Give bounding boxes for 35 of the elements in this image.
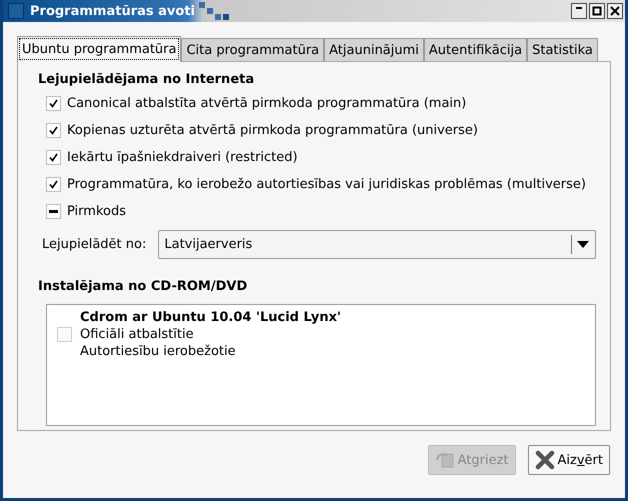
tab[interactable]: Ubuntu programmatūra: [17, 36, 182, 62]
checkbox-label[interactable]: Iekārtu īpašniekdraiveri (restricted): [67, 150, 298, 165]
checkbox[interactable]: [57, 327, 72, 342]
field-label: Lejupielādēt no:: [42, 237, 146, 252]
window-title: Programmatūras avoti: [30, 4, 195, 18]
revert-icon: [434, 450, 455, 470]
checkbox-label[interactable]: Programmatūra, ko ierobežo autortiesības vai juridiskas problēmas (multiverse): [67, 177, 586, 192]
checkbox-label[interactable]: Canonical atbalstīta atvērtā pirmkoda programmatūra (main): [67, 96, 466, 111]
component-label: Autortiesību ierobežotie: [80, 343, 237, 360]
tab[interactable]: Atjauninājumi: [324, 38, 424, 61]
dash-icon: [49, 210, 58, 213]
close-icon: [610, 6, 620, 16]
maximize-button[interactable]: [589, 3, 605, 19]
server-dropdown[interactable]: Latvijaerveris: [158, 230, 596, 259]
component-label: Oficiāli atbalstītie: [80, 326, 195, 343]
checkbox[interactable]: [46, 123, 61, 138]
dropdown-arrow-icon: [577, 240, 589, 248]
checkbox[interactable]: [46, 150, 61, 165]
checkbox[interactable]: [46, 204, 61, 219]
tab[interactable]: Autentifikācija: [424, 38, 528, 61]
minimize-button[interactable]: [571, 3, 587, 19]
minimize-icon: [576, 7, 582, 9]
cdrom-title: Cdrom ar Ubuntu 10.04 'Lucid Lynx': [80, 309, 341, 326]
checkbox[interactable]: [46, 177, 61, 192]
maximize-icon: [592, 6, 602, 16]
section-heading: Instalējama no CD-ROM/DVD: [38, 279, 248, 294]
tab[interactable]: Cita programmatūra: [181, 38, 324, 61]
checkbox-label[interactable]: Kopienas uzturēta atvērtā pirmkoda programmatūra (universe): [67, 123, 478, 138]
tab[interactable]: Statistika: [527, 38, 598, 61]
close-dialog-button[interactable]: Aizvērt: [528, 445, 610, 475]
close-button[interactable]: [607, 3, 623, 19]
close-icon: [534, 450, 554, 470]
checkbox[interactable]: [46, 96, 61, 111]
checkbox-label[interactable]: Pirmkods: [67, 204, 126, 219]
section-heading: Lejupielādējama no Interneta: [38, 72, 256, 87]
